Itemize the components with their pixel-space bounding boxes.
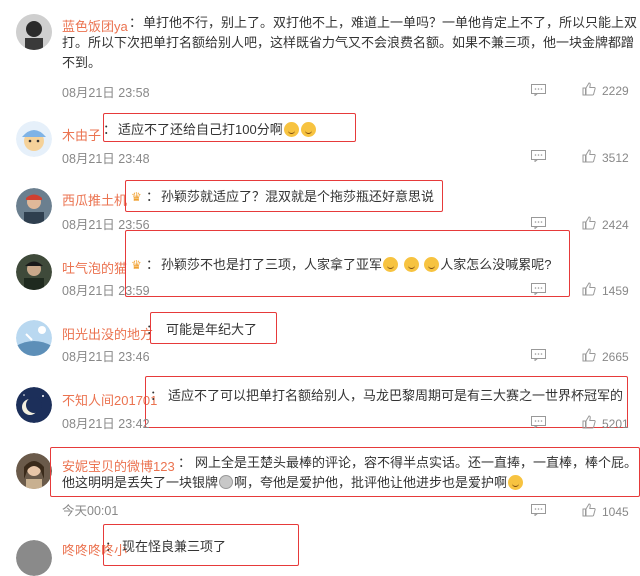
username-link[interactable]: 西瓜推土机 (62, 190, 127, 209)
crown-badge-icon: ♛ (131, 190, 142, 204)
user-avatar[interactable] (16, 453, 52, 489)
user-avatar[interactable] (16, 320, 52, 356)
comment-text: 单打他不行，别上了。双打他不上，难道上一单吗？一单他肯定上不了，所以只能上双打。… (62, 15, 638, 70)
comment-text-content: 适应不了还给自己打100分啊 (118, 122, 283, 137)
thumbs-up-icon[interactable] (582, 149, 596, 163)
timestamp: 08月21日 23:42 (62, 417, 150, 431)
reply-icon[interactable] (531, 150, 546, 162)
comment-text: 孙颖莎不也是打了三项，人家拿了亚军 人家怎么没喊累呢? (161, 255, 552, 275)
comment-text-part: 人家怎么没喊累呢? (440, 257, 552, 272)
timestamp: 今天00:01 (62, 504, 119, 518)
separator: ： (103, 122, 117, 137)
timestamp: 08月21日 23:59 (62, 284, 150, 298)
comment-text-part: 啊，夸他是爱护他，批评他让他进步也是爱护啊 (234, 475, 508, 490)
reply-icon[interactable] (531, 283, 546, 295)
thumbs-up-icon[interactable] (582, 282, 596, 296)
user-avatar[interactable] (16, 387, 52, 423)
laugh-cry-emoji-icon (300, 122, 316, 137)
user-avatar[interactable] (16, 14, 52, 50)
like-count: 1045 (602, 505, 629, 519)
user-avatar[interactable] (16, 121, 52, 157)
user-avatar[interactable] (16, 188, 52, 224)
reply-icon[interactable] (531, 84, 546, 96)
separator: ： (150, 388, 164, 403)
timestamp: 08月21日 23:56 (62, 218, 150, 232)
username-link[interactable]: 不知人间201701 (62, 390, 157, 409)
like-count: 2665 (602, 350, 629, 364)
reply-icon[interactable] (531, 349, 546, 361)
like-count: 2424 (602, 218, 629, 232)
separator: ： (146, 322, 160, 337)
reply-icon[interactable] (531, 217, 546, 229)
like-count: 2229 (602, 84, 629, 98)
username-link[interactable]: 木由子 (62, 125, 101, 144)
timestamp: 08月21日 23:46 (62, 350, 150, 364)
comment-text: 孙颖莎就适应了？混双就是个拖莎瓶还好意思说 (161, 189, 435, 204)
thinking-emoji-icon (403, 257, 419, 272)
silver-medal-icon (219, 475, 234, 489)
thinking-emoji-icon (424, 257, 440, 272)
user-avatar[interactable] (16, 254, 52, 290)
separator: ： (146, 189, 160, 204)
thumbs-up-icon[interactable] (582, 82, 596, 96)
reply-icon[interactable] (531, 504, 546, 516)
thumbs-up-icon[interactable] (582, 503, 596, 517)
comment-text: 现在怪良兼三项了 (122, 539, 227, 554)
separator: ： (105, 539, 119, 554)
like-count: 1459 (602, 284, 629, 298)
user-avatar[interactable] (16, 540, 52, 576)
separator: ： (146, 257, 160, 272)
thumbs-up-icon[interactable] (582, 216, 596, 230)
comment-text: 适应不了还给自己打100分啊 (118, 120, 317, 140)
laugh-cry-emoji-icon (283, 122, 299, 137)
username-link[interactable]: 吐气泡的猫 (62, 258, 127, 277)
reply-icon[interactable] (531, 416, 546, 428)
like-count: 3512 (602, 151, 629, 165)
thumbs-up-icon[interactable] (582, 348, 596, 362)
comment-text: 网上全是王楚头最棒的评论，容不得半点实话。还一直捧，一直棒，棒个屁。他这明明是丢… (62, 453, 638, 493)
comment-text: 适应不了可以把单打名额给别人，马龙巴黎周期可是有三大赛之一世界杯冠军的 (168, 388, 624, 403)
timestamp: 08月21日 23:58 (62, 86, 150, 100)
comment-text: 可能是年纪大了 (166, 322, 258, 337)
thinking-emoji-icon (383, 257, 399, 272)
timestamp: 08月21日 23:48 (62, 152, 150, 166)
like-count: 5201 (602, 417, 629, 431)
username-link[interactable]: 阳光出没的地方 (62, 324, 153, 343)
thumbs-up-icon[interactable] (582, 415, 596, 429)
crown-badge-icon: ♛ (131, 258, 142, 272)
comment-text-part: 孙颖莎不也是打了三项，人家拿了亚军 (161, 257, 383, 272)
laugh-cry-emoji-icon (508, 475, 524, 490)
